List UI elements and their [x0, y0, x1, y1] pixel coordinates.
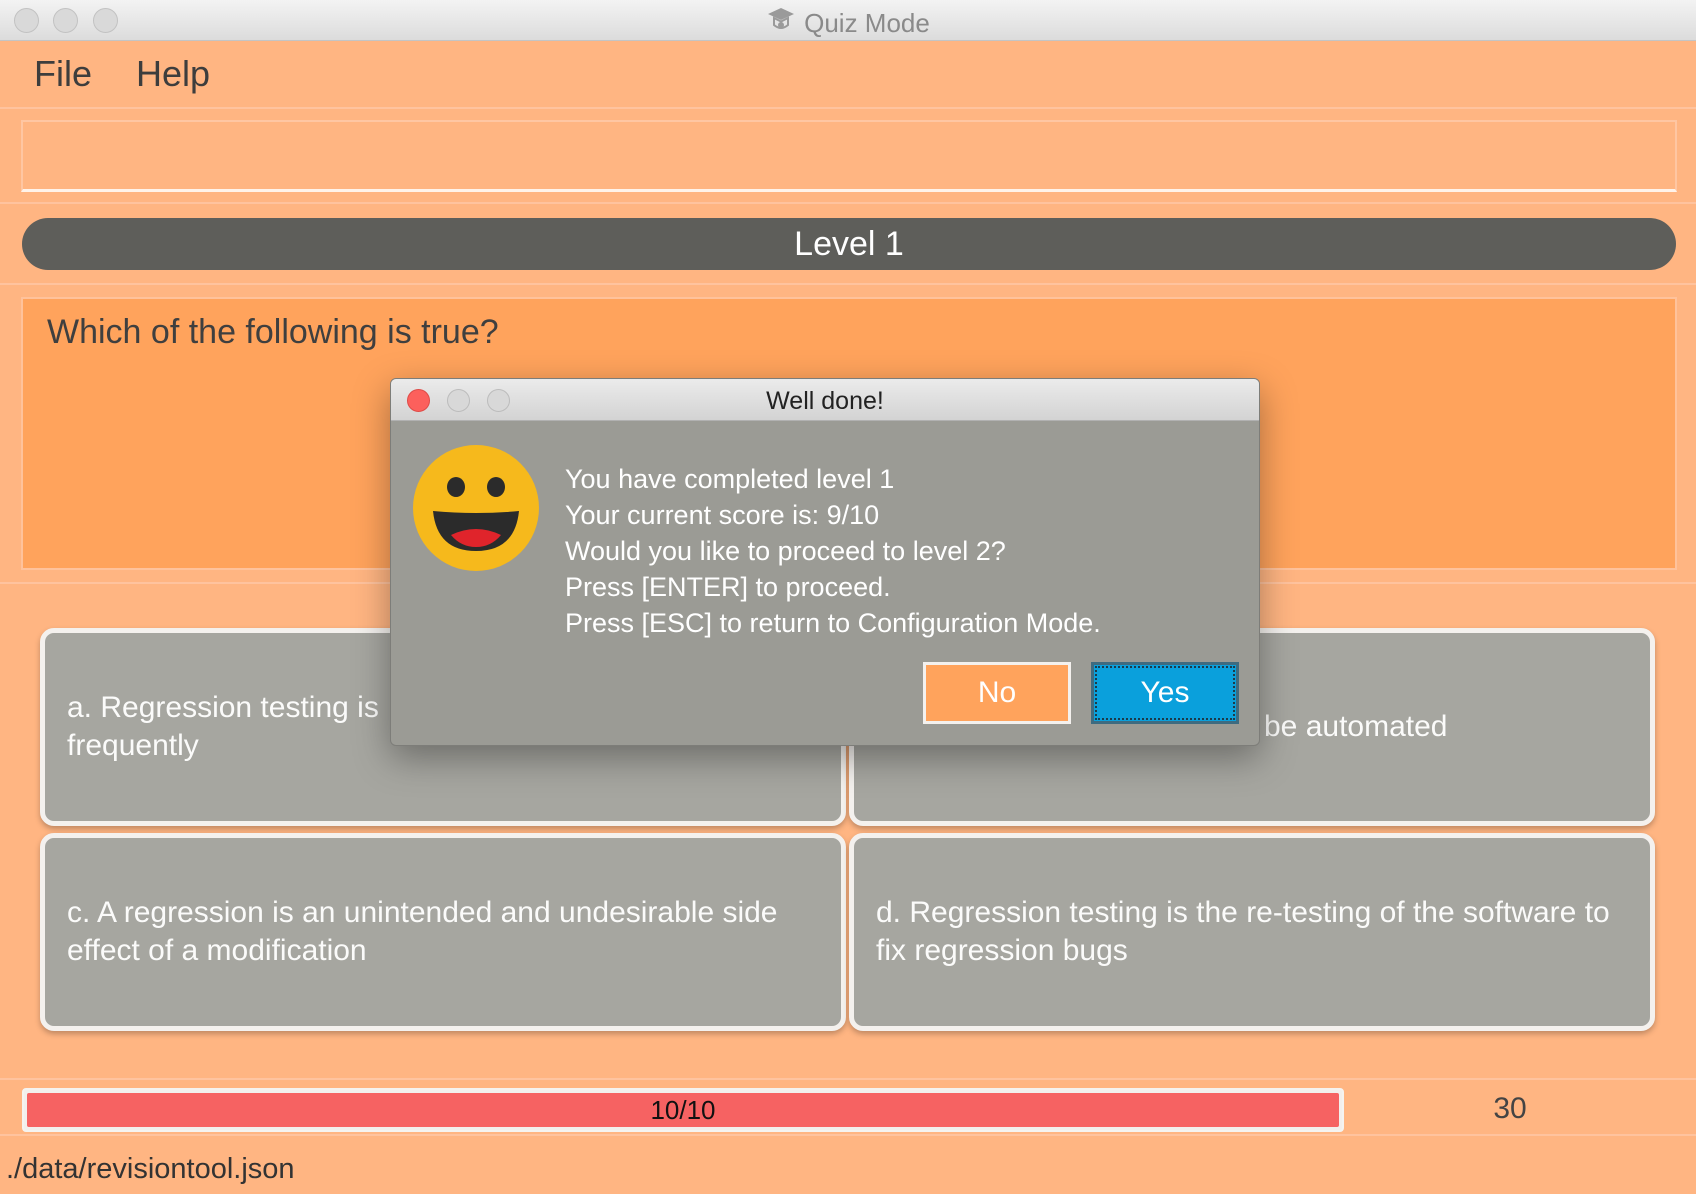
- dialog-titlebar: Well done!: [391, 379, 1259, 421]
- option-d-text: d. Regression testing is the re-testing …: [876, 896, 1610, 967]
- divider: [0, 202, 1696, 204]
- yes-button[interactable]: Yes: [1091, 662, 1239, 724]
- window-title: Quiz Mode: [0, 5, 1696, 42]
- option-c-card[interactable]: c. A regression is an unintended and und…: [40, 833, 846, 1031]
- timer-label: 30: [1493, 1092, 1527, 1125]
- progress-label: 10/10: [650, 1095, 716, 1125]
- window-title-text: Quiz Mode: [804, 8, 930, 38]
- dialog-message-line: You have completed level 1: [565, 464, 895, 494]
- dialog-title: Well done!: [766, 387, 884, 415]
- progress-bar: 10/10: [22, 1088, 1344, 1132]
- divider: [0, 283, 1696, 285]
- status-bar-file-path: ./data/revisiontool.json: [6, 1153, 295, 1185]
- no-button[interactable]: No: [923, 662, 1071, 724]
- well-done-dialog: Well done! You have completed level 1 Yo…: [390, 378, 1260, 746]
- dialog-message-line: Your current score is: 9/10: [565, 500, 880, 530]
- dialog-message-line: Would you like to proceed to level 2?: [565, 536, 1006, 566]
- level-banner: Level 1: [22, 218, 1676, 270]
- menu-bar: File Help: [0, 41, 1696, 109]
- graduation-cap-icon: [766, 5, 796, 42]
- menu-file[interactable]: File: [34, 53, 92, 95]
- question-text: Which of the following is true?: [47, 313, 499, 351]
- dialog-message-line: Press [ENTER] to proceed.: [565, 572, 891, 602]
- option-c-text: c. A regression is an unintended and und…: [67, 896, 778, 967]
- option-d-card[interactable]: d. Regression testing is the re-testing …: [849, 833, 1655, 1031]
- menu-help[interactable]: Help: [136, 53, 210, 95]
- option-b-text: be automated: [1264, 710, 1448, 743]
- progress-area: 10/10 30: [0, 1078, 1696, 1136]
- dialog-message: You have completed level 1 Your current …: [565, 461, 1101, 641]
- command-input[interactable]: [21, 120, 1677, 192]
- window-titlebar: Quiz Mode: [0, 0, 1696, 41]
- dialog-message-line: Press [ESC] to return to Configuration M…: [565, 608, 1101, 638]
- smiley-face-icon: [411, 443, 541, 578]
